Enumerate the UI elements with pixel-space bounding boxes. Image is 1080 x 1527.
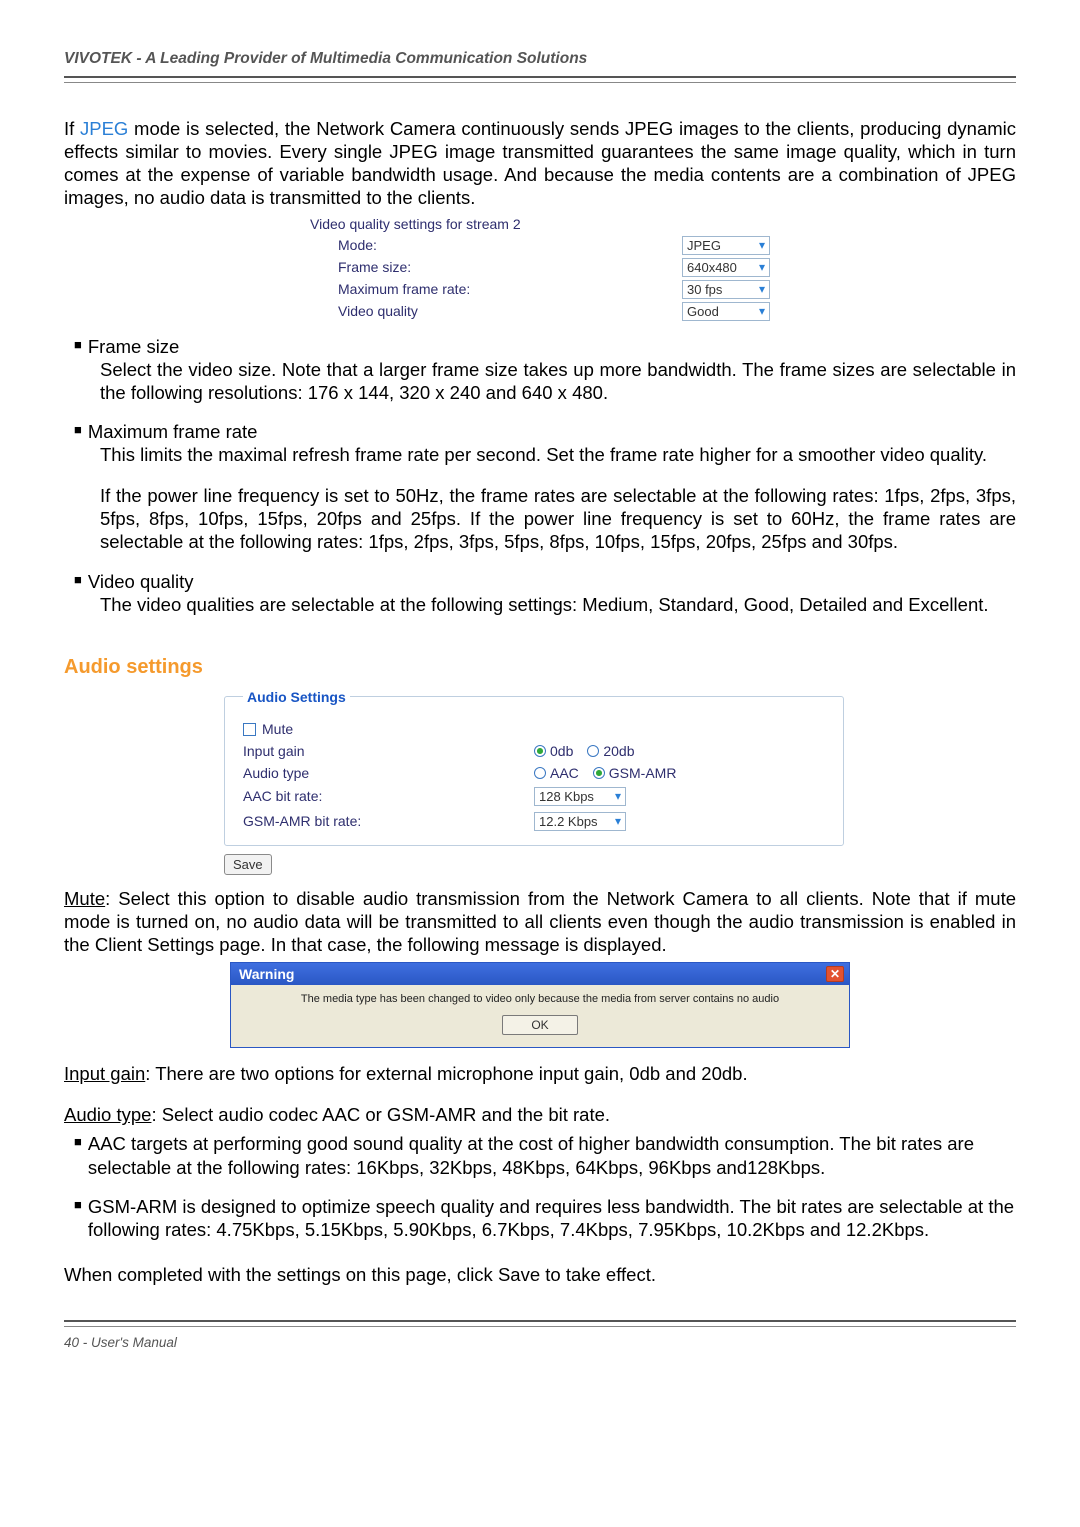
frame-size-body: Select the video size. Note that a large… bbox=[100, 358, 1016, 404]
audio-type-aac-label: AAC bbox=[550, 765, 579, 781]
video-quality-value: Good bbox=[687, 304, 719, 319]
audio-type-aac-radio[interactable]: AAC bbox=[534, 765, 579, 781]
chevron-down-icon: ▾ bbox=[615, 814, 621, 828]
gsm-bit-rate-value: 12.2 Kbps bbox=[539, 814, 598, 829]
jpeg-link[interactable]: JPEG bbox=[80, 118, 128, 139]
footer-page-number: 40 - User's Manual bbox=[64, 1335, 1016, 1350]
gsm-bit-rate-row: GSM-AMR bit rate: 12.2 Kbps ▾ bbox=[243, 812, 825, 831]
warning-title: Warning bbox=[239, 966, 294, 982]
audio-settings-heading: Audio settings bbox=[64, 656, 1016, 679]
audio-settings-panel: Audio Settings Mute Input gain 0db 20db … bbox=[224, 689, 844, 846]
footer-rule-1 bbox=[64, 1320, 1016, 1322]
gsm-bit-rate-label: GSM-AMR bit rate: bbox=[243, 813, 534, 829]
video-quality-heading: Video quality bbox=[88, 570, 1016, 593]
mute-label: Mute bbox=[262, 721, 293, 737]
input-gain-20db-radio[interactable]: 20db bbox=[587, 743, 634, 759]
video-quality-body: The video qualities are selectable at th… bbox=[100, 593, 1016, 616]
chevron-down-icon: ▾ bbox=[759, 238, 765, 252]
audio-type-paragraph: Audio type: Select audio codec AAC or GS… bbox=[64, 1103, 1016, 1126]
aac-bit-rate-select[interactable]: 128 Kbps ▾ bbox=[534, 787, 626, 806]
video-frame-size-row: Frame size: 640x480 ▾ bbox=[310, 258, 770, 277]
video-quality-bullet: ■ Video quality bbox=[64, 570, 1016, 593]
video-mode-select[interactable]: JPEG ▾ bbox=[682, 236, 770, 255]
input-gain-paragraph: Input gain: There are two options for ex… bbox=[64, 1062, 1016, 1085]
mute-checkbox[interactable] bbox=[243, 723, 256, 736]
video-settings-title: Video quality settings for stream 2 bbox=[310, 216, 770, 232]
mute-body: : Select this option to disable audio tr… bbox=[64, 888, 1016, 955]
max-frame-rate-body2: If the power line frequency is set to 50… bbox=[100, 484, 1016, 553]
input-gain-0db-label: 0db bbox=[550, 743, 573, 759]
footer-rule-2 bbox=[64, 1326, 1016, 1327]
frame-size-bullet: ■ Frame size bbox=[64, 335, 1016, 358]
audio-settings-legend: Audio Settings bbox=[243, 689, 350, 705]
audio-type-gsmamr-radio[interactable]: GSM-AMR bbox=[593, 765, 677, 781]
bullet-icon: ■ bbox=[74, 337, 82, 353]
input-gain-20db-label: 20db bbox=[603, 743, 634, 759]
radio-dot-icon bbox=[587, 745, 599, 757]
video-mode-label: Mode: bbox=[338, 237, 682, 253]
mute-paragraph: Mute: Select this option to disable audi… bbox=[64, 887, 1016, 956]
header-rule-2 bbox=[64, 82, 1016, 83]
max-frame-rate-bullet: ■ Maximum frame rate bbox=[64, 420, 1016, 443]
radio-dot-icon bbox=[534, 767, 546, 779]
input-gain-body: : There are two options for external mic… bbox=[145, 1063, 747, 1084]
bullet-icon: ■ bbox=[74, 1197, 82, 1213]
audio-type-body: : Select audio codec AAC or GSM-AMR and … bbox=[151, 1104, 610, 1125]
video-frame-size-value: 640x480 bbox=[687, 260, 737, 275]
warning-body: The media type has been changed to video… bbox=[231, 985, 849, 1009]
warning-ok-button[interactable]: OK bbox=[502, 1015, 577, 1035]
intro-paragraph: If JPEG mode is selected, the Network Ca… bbox=[64, 117, 1016, 210]
intro-rest: mode is selected, the Network Camera con… bbox=[64, 118, 1016, 208]
aac-bit-rate-row: AAC bit rate: 128 Kbps ▾ bbox=[243, 787, 825, 806]
warning-titlebar: Warning ✕ bbox=[231, 963, 849, 985]
input-gain-row: Input gain 0db 20db bbox=[243, 743, 825, 759]
video-frame-size-select[interactable]: 640x480 ▾ bbox=[682, 258, 770, 277]
input-gain-term: Input gain bbox=[64, 1063, 145, 1084]
audio-type-term: Audio type bbox=[64, 1104, 151, 1125]
video-quality-row: Video quality Good ▾ bbox=[310, 302, 770, 321]
chevron-down-icon: ▾ bbox=[759, 304, 765, 318]
max-frame-rate-heading: Maximum frame rate bbox=[88, 420, 1016, 443]
input-gain-0db-radio[interactable]: 0db bbox=[534, 743, 573, 759]
intro-prefix: If bbox=[64, 118, 80, 139]
page-header: VIVOTEK - A Leading Provider of Multimed… bbox=[64, 50, 1016, 76]
aac-bit-rate-label: AAC bit rate: bbox=[243, 788, 534, 804]
closing-paragraph: When completed with the settings on this… bbox=[64, 1263, 1016, 1286]
frame-size-heading: Frame size bbox=[88, 335, 1016, 358]
video-quality-label: Video quality bbox=[338, 303, 682, 319]
gsm-bit-rate-select[interactable]: 12.2 Kbps ▾ bbox=[534, 812, 626, 831]
chevron-down-icon: ▾ bbox=[615, 789, 621, 803]
bullet-icon: ■ bbox=[74, 572, 82, 588]
audio-type-label: Audio type bbox=[243, 765, 534, 781]
radio-dot-icon bbox=[534, 745, 546, 757]
close-icon[interactable]: ✕ bbox=[826, 966, 844, 982]
aac-bullet-body: AAC targets at performing good sound qua… bbox=[88, 1132, 1016, 1178]
save-button[interactable]: Save bbox=[224, 854, 272, 875]
audio-type-row: Audio type AAC GSM-AMR bbox=[243, 765, 825, 781]
video-mode-value: JPEG bbox=[687, 238, 721, 253]
input-gain-label: Input gain bbox=[243, 743, 534, 759]
bullet-icon: ■ bbox=[74, 1134, 82, 1150]
header-rule-1 bbox=[64, 76, 1016, 78]
gsm-bullet-body: GSM-ARM is designed to optimize speech q… bbox=[88, 1195, 1016, 1241]
audio-type-gsmamr-label: GSM-AMR bbox=[609, 765, 677, 781]
video-max-frame-rate-value: 30 fps bbox=[687, 282, 722, 297]
video-quality-settings: Video quality settings for stream 2 Mode… bbox=[310, 216, 770, 321]
video-quality-select[interactable]: Good ▾ bbox=[682, 302, 770, 321]
chevron-down-icon: ▾ bbox=[759, 282, 765, 296]
radio-dot-icon bbox=[593, 767, 605, 779]
gsm-bullet: ■ GSM-ARM is designed to optimize speech… bbox=[64, 1195, 1016, 1241]
aac-bit-rate-value: 128 Kbps bbox=[539, 789, 594, 804]
warning-dialog: Warning ✕ The media type has been change… bbox=[230, 962, 850, 1048]
mute-term: Mute bbox=[64, 888, 105, 909]
video-frame-size-label: Frame size: bbox=[338, 259, 682, 275]
bullet-icon: ■ bbox=[74, 422, 82, 438]
chevron-down-icon: ▾ bbox=[759, 260, 765, 274]
aac-bullet: ■ AAC targets at performing good sound q… bbox=[64, 1132, 1016, 1178]
max-frame-rate-body1: This limits the maximal refresh frame ra… bbox=[100, 443, 1016, 466]
video-max-frame-rate-label: Maximum frame rate: bbox=[338, 281, 682, 297]
video-max-frame-rate-row: Maximum frame rate: 30 fps ▾ bbox=[310, 280, 770, 299]
video-max-frame-rate-select[interactable]: 30 fps ▾ bbox=[682, 280, 770, 299]
video-mode-row: Mode: JPEG ▾ bbox=[310, 236, 770, 255]
